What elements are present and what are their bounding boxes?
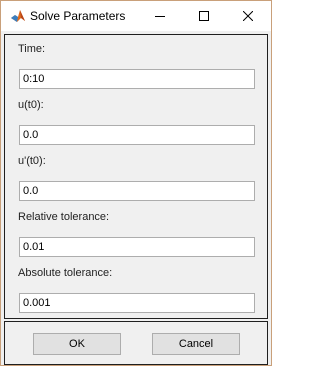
absolute-tolerance-label: Absolute tolerance:: [18, 267, 113, 279]
relative-tolerance-label: Relative tolerance:: [18, 211, 110, 223]
u-t0-label: u(t0):: [18, 99, 44, 111]
parameters-panel: Time: u(t0): u'(t0): Relative tolerance:…: [4, 34, 268, 319]
time-input[interactable]: [19, 69, 255, 89]
title-bar[interactable]: Solve Parameters: [1, 1, 271, 31]
minimize-button[interactable]: [138, 1, 182, 31]
time-label: Time:: [18, 43, 46, 55]
relative-tolerance-input[interactable]: [19, 237, 255, 257]
window-title: Solve Parameters: [30, 9, 126, 23]
cancel-button[interactable]: Cancel: [152, 333, 240, 355]
matlab-icon: [10, 9, 26, 23]
ok-button[interactable]: OK: [33, 333, 121, 355]
minimize-icon: [155, 16, 165, 17]
u-prime-t0-label: u'(t0):: [18, 155, 46, 167]
maximize-button[interactable]: [182, 1, 226, 31]
u-prime-t0-input[interactable]: [19, 181, 255, 201]
solve-parameters-dialog: Solve Parameters Time: u(t0): u'(t0): Re…: [0, 0, 272, 366]
absolute-tolerance-input[interactable]: [19, 293, 255, 313]
close-button[interactable]: [226, 1, 270, 31]
maximize-icon: [199, 11, 209, 21]
close-icon: [243, 11, 253, 21]
u-t0-input[interactable]: [19, 125, 255, 145]
button-panel: OK Cancel: [4, 321, 268, 365]
